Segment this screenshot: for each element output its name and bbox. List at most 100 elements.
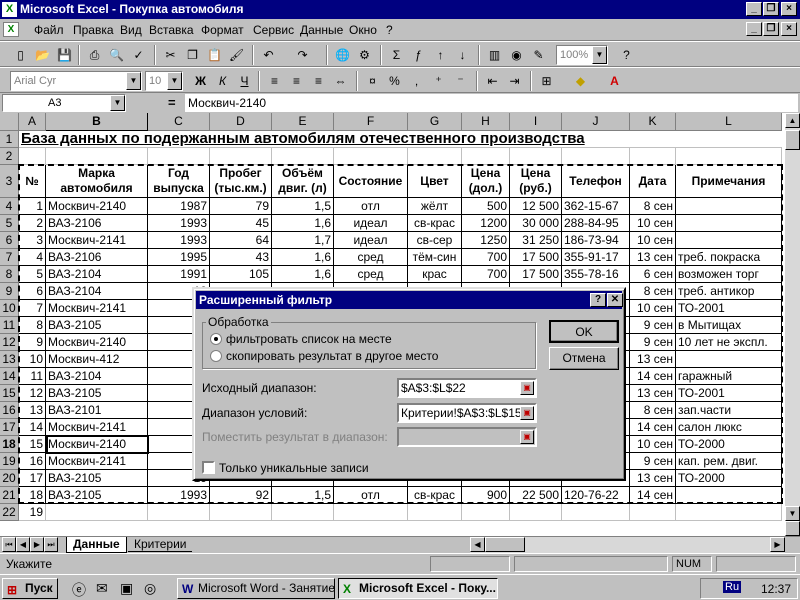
redo-icon[interactable]: ↷ <box>292 45 313 65</box>
copy-icon[interactable]: ❐ <box>182 45 203 65</box>
grid-cell[interactable] <box>272 504 334 521</box>
column-header[interactable]: E <box>272 113 334 131</box>
row-header[interactable]: 11 <box>0 317 19 334</box>
task-word-button[interactable]: W Microsoft Word - Занятие 8 <box>177 578 335 599</box>
horizontal-scrollbar[interactable]: ◀ ▶ <box>470 537 785 553</box>
minimize-button[interactable]: _ <box>746 2 762 16</box>
column-header[interactable]: H <box>462 113 510 131</box>
source-range-input[interactable]: $A$3:$L$22 ▣ <box>397 378 537 398</box>
grid-cell[interactable] <box>334 148 408 165</box>
grid-cell[interactable] <box>630 504 676 521</box>
formula-input[interactable]: Москвич-2140 <box>185 94 798 112</box>
row-header[interactable]: 4 <box>0 198 19 215</box>
grid-cell[interactable] <box>408 148 462 165</box>
dialog-close-button[interactable]: ✕ <box>607 293 623 307</box>
map-icon[interactable]: ◉ <box>506 45 527 65</box>
help-icon[interactable]: ? <box>616 45 637 65</box>
column-header[interactable]: L <box>676 113 782 131</box>
language-indicator[interactable]: Ru <box>723 581 742 593</box>
decrease-decimal-icon[interactable]: ⁻ <box>450 71 471 91</box>
chevron-down-icon[interactable]: ▼ <box>126 72 141 90</box>
chevron-down-icon[interactable]: ▼ <box>592 46 607 64</box>
chart-wizard-icon[interactable]: ▥ <box>484 45 505 65</box>
split-box[interactable] <box>785 521 800 536</box>
grid-cell[interactable] <box>19 148 46 165</box>
dialog-help-button[interactable]: ? <box>590 293 606 307</box>
underline-button[interactable]: Ч <box>234 71 255 91</box>
sheet-tab-criteria[interactable]: Критерии <box>128 537 193 552</box>
grid-cell[interactable] <box>46 148 148 165</box>
currency-icon[interactable]: ¤ <box>362 71 383 91</box>
cut-icon[interactable]: ✂ <box>160 45 181 65</box>
preview-icon[interactable]: 🔍 <box>106 45 127 65</box>
grid-cell[interactable] <box>676 504 782 521</box>
ok-button[interactable]: OK <box>549 320 619 343</box>
outlook-icon[interactable]: ✉ <box>96 580 108 597</box>
row-header[interactable]: 12 <box>0 334 19 351</box>
column-header[interactable]: A <box>19 113 46 131</box>
row-header[interactable]: 1 <box>0 131 19 148</box>
align-left-icon[interactable]: ≡ <box>264 71 285 91</box>
new-icon[interactable]: ▯ <box>10 45 31 65</box>
first-sheet-icon[interactable]: ⏮ <box>2 537 16 552</box>
grid-cell[interactable] <box>334 504 408 521</box>
column-header[interactable]: G <box>408 113 462 131</box>
row-header[interactable]: 20 <box>0 470 19 487</box>
grid-cell[interactable] <box>148 504 210 521</box>
grid-cell[interactable] <box>562 148 630 165</box>
decrease-indent-icon[interactable]: ⇤ <box>482 71 503 91</box>
row-header[interactable]: 15 <box>0 385 19 402</box>
comma-icon[interactable]: , <box>406 71 427 91</box>
grid-cell[interactable] <box>272 148 334 165</box>
grid-cell[interactable]: 19 <box>19 504 46 521</box>
formula-equals[interactable]: = <box>168 95 176 110</box>
column-header[interactable]: J <box>562 113 630 131</box>
column-header[interactable]: C <box>148 113 210 131</box>
scroll-up-icon[interactable]: ▲ <box>785 113 800 128</box>
format-painter-icon[interactable]: 🖌 <box>226 45 247 65</box>
row-header[interactable]: 6 <box>0 232 19 249</box>
row-header[interactable]: 14 <box>0 368 19 385</box>
menu-format[interactable]: Формат <box>201 22 244 38</box>
row-header[interactable]: 2 <box>0 148 19 165</box>
increase-decimal-icon[interactable]: ⁺ <box>428 71 449 91</box>
row-header[interactable]: 21 <box>0 487 19 504</box>
menu-view[interactable]: Вид <box>120 22 142 38</box>
menu-window[interactable]: Окно <box>349 22 377 38</box>
scroll-left-icon[interactable]: ◀ <box>470 537 485 552</box>
radio-filter-label[interactable]: фильтровать список на месте <box>226 332 392 346</box>
spelling-icon[interactable]: ✓ <box>128 45 149 65</box>
maximize-button[interactable]: ❐ <box>763 2 779 16</box>
drawing-icon[interactable]: ✎ <box>528 45 549 65</box>
doc-restore-button[interactable]: ❐ <box>763 22 779 36</box>
grid-cell[interactable] <box>676 148 782 165</box>
radio-copy-to[interactable] <box>210 350 222 362</box>
column-header[interactable]: B <box>46 113 148 131</box>
function-icon[interactable]: ƒ <box>408 45 429 65</box>
font-color-icon[interactable]: A <box>604 71 625 91</box>
sort-ascending-icon[interactable]: ↑ <box>430 45 451 65</box>
close-button[interactable]: × <box>781 2 797 16</box>
radio-copy-label[interactable]: скопировать результат в другое место <box>226 349 438 363</box>
task-excel-button[interactable]: X Microsoft Excel - Поку... <box>338 578 498 599</box>
next-sheet-icon[interactable]: ▶ <box>30 537 44 552</box>
grid-cell[interactable] <box>462 504 510 521</box>
paste-icon[interactable]: 📋 <box>204 45 225 65</box>
grid-cell[interactable] <box>210 148 272 165</box>
sort-descending-icon[interactable]: ↓ <box>452 45 473 65</box>
increase-indent-icon[interactable]: ⇥ <box>504 71 525 91</box>
align-right-icon[interactable]: ≡ <box>308 71 329 91</box>
cancel-button[interactable]: Отмена <box>549 347 619 370</box>
criteria-range-input[interactable]: Критерии!$A$3:$L$15 ▣ <box>397 403 537 423</box>
print-icon[interactable]: ⎙ <box>84 45 105 65</box>
doc-minimize-button[interactable]: _ <box>746 22 762 36</box>
grid-cell[interactable] <box>510 148 562 165</box>
row-header[interactable]: 16 <box>0 402 19 419</box>
doc-close-button[interactable]: × <box>781 22 797 36</box>
column-header[interactable]: I <box>510 113 562 131</box>
excel-icon[interactable]: X <box>2 2 17 17</box>
bold-button[interactable]: Ж <box>190 71 211 91</box>
menu-insert[interactable]: Вставка <box>149 22 194 38</box>
name-box[interactable]: A3 ▼ <box>2 94 126 112</box>
font-combo[interactable]: Arial Cyr ▼ <box>10 71 142 91</box>
